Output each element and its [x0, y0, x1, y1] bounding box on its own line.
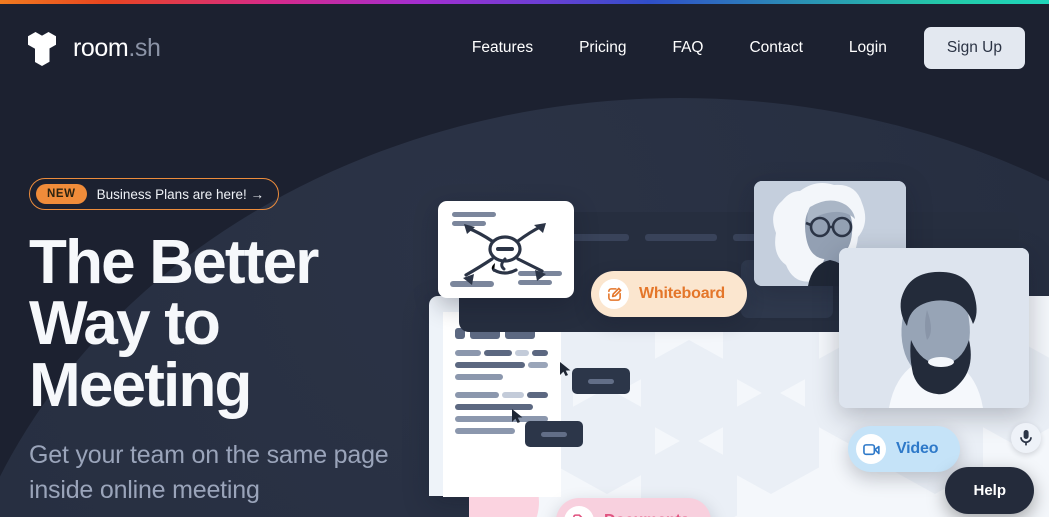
video-camera-icon — [856, 434, 886, 464]
help-button[interactable]: Help — [945, 467, 1034, 514]
hero-section: NEW Business Plans are here! → The Bette… — [29, 178, 449, 507]
sign-up-button[interactable]: Sign Up — [923, 27, 1025, 69]
nav-item-pricing[interactable]: Pricing — [556, 29, 649, 67]
video-pill[interactable]: Video — [848, 426, 961, 472]
cursor-pointer-icon — [560, 362, 571, 376]
hexagon-cluster-icon — [28, 32, 62, 66]
brand-suffix: .sh — [128, 33, 161, 62]
announcement-badge[interactable]: NEW Business Plans are here! → — [29, 178, 279, 210]
hero-subheadline: Get your team on the same page inside on… — [29, 441, 389, 504]
nav-item-faq[interactable]: FAQ — [649, 29, 726, 67]
badge-new-tag: NEW — [36, 184, 87, 204]
documents-pill-label: Documents — [604, 512, 690, 517]
mindmap-diagram — [450, 212, 562, 287]
nav-item-contact[interactable]: Contact — [726, 29, 825, 67]
top-gradient-bar — [0, 0, 1049, 4]
whiteboard-card — [438, 201, 574, 298]
cursor-pointer-icon — [512, 409, 523, 423]
remote-cursor-label-1 — [525, 421, 583, 447]
documents-pill[interactable]: Documents — [556, 498, 712, 517]
pencil-square-icon — [599, 279, 629, 309]
document-page — [443, 312, 561, 497]
brand-logo-text: room.sh — [73, 34, 161, 63]
video-pill-label: Video — [896, 440, 939, 457]
brand-name: room — [73, 33, 129, 62]
nav-item-features[interactable]: Features — [449, 29, 556, 67]
main-navigation: Features Pricing FAQ Contact Login Sign … — [449, 27, 1025, 69]
remote-cursor-1 — [511, 408, 524, 429]
participant-with-beard — [839, 248, 1029, 408]
nav-item-login[interactable]: Login — [826, 29, 910, 67]
remote-cursor-2 — [559, 361, 572, 382]
brand-logo[interactable]: room.sh — [28, 32, 161, 66]
whiteboard-pill-label: Whiteboard — [639, 285, 725, 302]
document-copy-icon — [564, 506, 594, 517]
microphone-button[interactable] — [1011, 423, 1041, 453]
hero-headline: The Better Way to Meeting — [29, 228, 319, 420]
video-tile-participant-2 — [839, 248, 1029, 408]
microphone-icon — [1020, 430, 1032, 446]
site-header: room.sh Features Pricing FAQ Contact Log… — [0, 4, 1049, 92]
remote-cursor-label-2 — [572, 368, 630, 394]
whiteboard-pill[interactable]: Whiteboard — [591, 271, 747, 317]
badge-text: Business Plans are here! → — [96, 186, 264, 202]
